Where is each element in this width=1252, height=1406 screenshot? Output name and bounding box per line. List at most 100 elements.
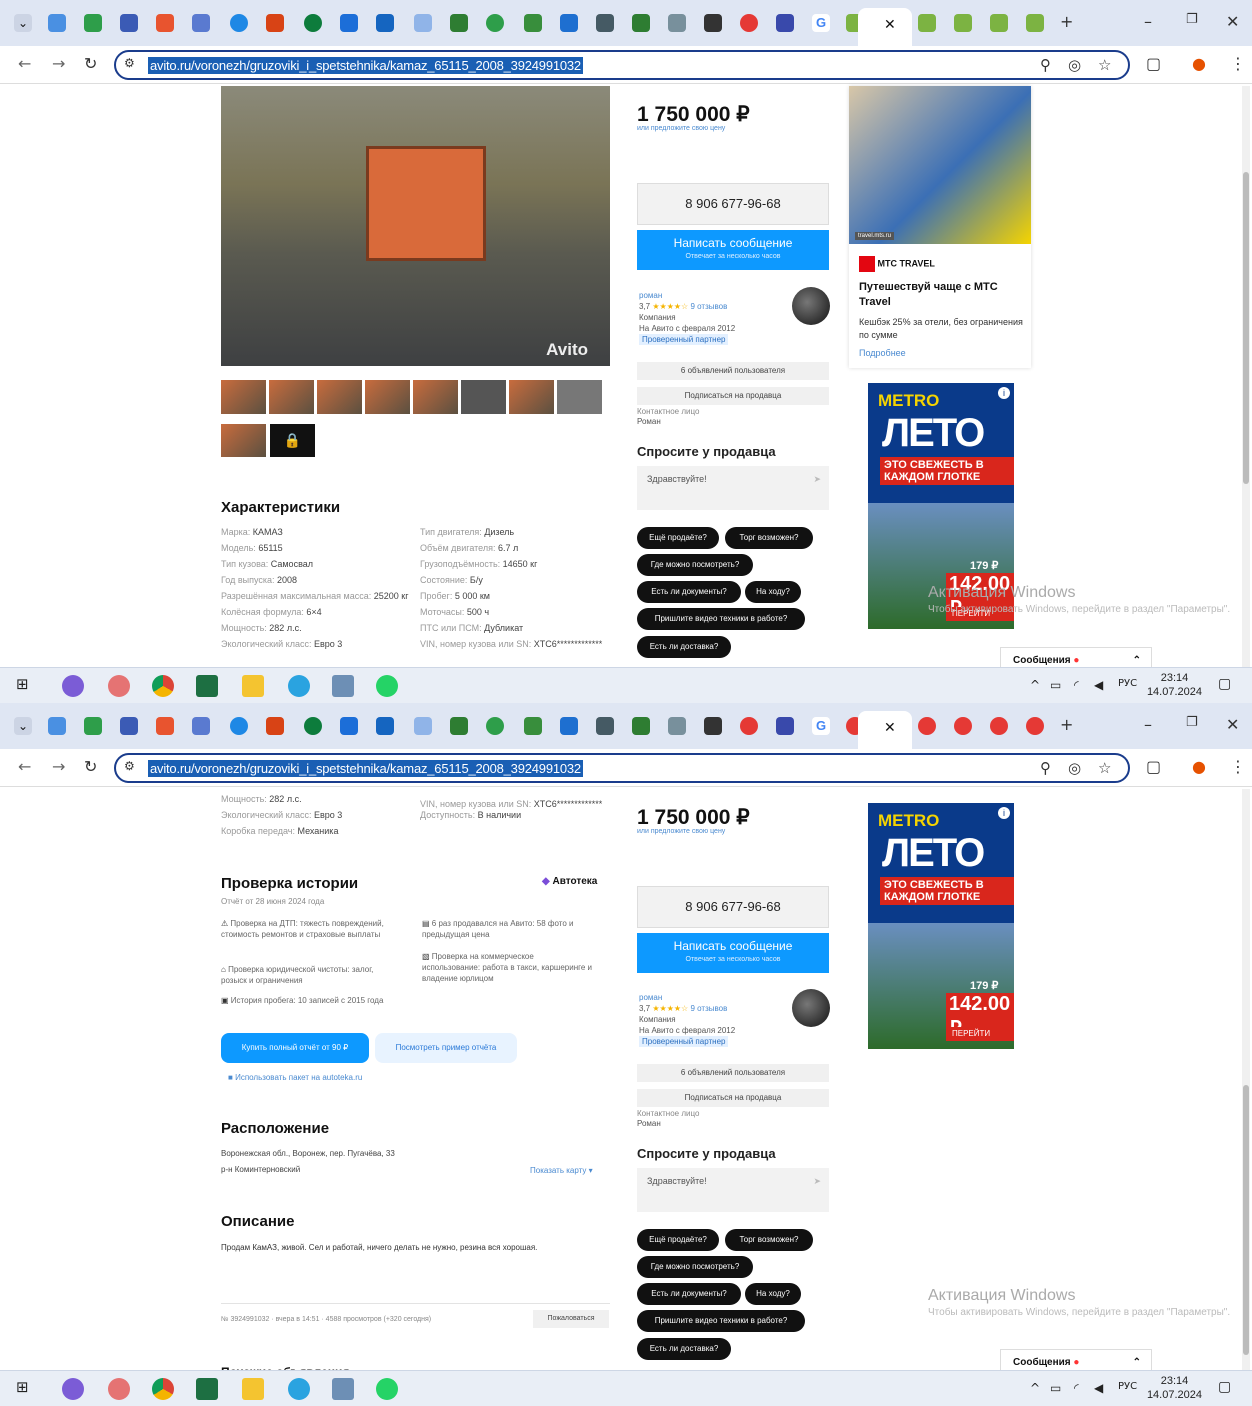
autoteka-package-link[interactable]: ■ Использовать пакет на autoteka.ru <box>228 1073 362 1082</box>
notifications-icon[interactable]: ▢ <box>1218 676 1231 692</box>
quick-question-chip[interactable]: На ходу? <box>745 581 801 603</box>
tab-favicon[interactable] <box>524 14 542 32</box>
tab-favicon[interactable] <box>266 717 284 735</box>
tab-favicon[interactable] <box>48 717 66 735</box>
tab-favicon[interactable] <box>304 717 322 735</box>
language-indicator[interactable]: РУС <box>1118 678 1137 689</box>
app-icon[interactable] <box>332 675 354 697</box>
thumbnail[interactable] <box>413 380 458 414</box>
tab-favicon[interactable] <box>340 14 358 32</box>
new-tab-icon[interactable]: + <box>1060 12 1073 31</box>
tab-favicon[interactable] <box>954 717 972 735</box>
tab-favicon[interactable] <box>740 14 758 32</box>
tab-active[interactable]: ✕ <box>858 8 912 46</box>
scrollbar[interactable] <box>1242 789 1250 1370</box>
language-indicator[interactable]: РУС <box>1118 1381 1137 1392</box>
forward-icon[interactable]: → <box>52 757 65 776</box>
scrollbar-thumb[interactable] <box>1243 172 1249 484</box>
address-bar[interactable]: ⚙ avito.ru/voronezh/gruzoviki_i_spetsteh… <box>114 50 1130 80</box>
tab-favicon[interactable] <box>596 717 614 735</box>
minimize-icon[interactable]: – <box>1144 12 1152 31</box>
thumbnail[interactable] <box>221 380 266 414</box>
quick-question-chip[interactable]: Ещё продаёте? <box>637 1229 719 1251</box>
tab-favicon[interactable] <box>954 14 972 32</box>
tab-search-icon[interactable]: ⌄ <box>14 14 32 32</box>
tab-favicon[interactable] <box>84 14 102 32</box>
ask-input[interactable]: Здравствуйте! ➤ <box>637 466 829 510</box>
tab-favicon[interactable] <box>560 717 578 735</box>
tab-favicon[interactable] <box>524 717 542 735</box>
app-icon[interactable] <box>108 1378 130 1400</box>
subscribe-button[interactable]: Подписаться на продавца <box>637 387 829 405</box>
seller-name[interactable]: роман <box>639 290 735 301</box>
tray-chevron-icon[interactable]: ^ <box>1030 1381 1040 1395</box>
tab-favicon[interactable] <box>990 717 1008 735</box>
tab-favicon[interactable] <box>192 14 210 32</box>
whatsapp-icon[interactable] <box>376 1378 398 1400</box>
clock[interactable]: 23:14 14.07.2024 <box>1147 1374 1202 1402</box>
star-icon[interactable]: ☆ <box>1098 56 1111 74</box>
tab-favicon[interactable] <box>376 14 394 32</box>
subscribe-button[interactable]: Подписаться на продавца <box>637 1089 829 1107</box>
send-icon[interactable]: ➤ <box>813 474 821 485</box>
extensions-icon[interactable]: ▢ <box>1146 54 1161 73</box>
tab-favicon[interactable] <box>560 14 578 32</box>
quick-question-chip[interactable]: Есть ли доставка? <box>637 636 731 658</box>
quick-question-chip[interactable]: Есть ли документы? <box>637 581 741 603</box>
thumbnail[interactable] <box>461 380 506 414</box>
google-icon[interactable]: G <box>812 14 830 32</box>
tab-favicon[interactable] <box>340 717 358 735</box>
zoom-icon[interactable]: ⚲ <box>1040 56 1051 74</box>
tab-favicon[interactable] <box>776 14 794 32</box>
quick-question-chip[interactable]: Ещё продаёте? <box>637 527 719 549</box>
tab-favicon[interactable] <box>450 14 468 32</box>
menu-icon[interactable]: ⋮ <box>1230 757 1246 776</box>
star-icon[interactable]: ☆ <box>1098 759 1111 777</box>
tab-favicon[interactable] <box>84 717 102 735</box>
tab-favicon[interactable] <box>414 717 432 735</box>
thumbnail[interactable] <box>269 380 314 414</box>
tab-favicon[interactable] <box>668 14 686 32</box>
excel-icon[interactable] <box>196 1378 218 1400</box>
chrome-icon[interactable] <box>152 1378 174 1400</box>
tab-favicon[interactable] <box>156 717 174 735</box>
window-close-icon[interactable]: ✕ <box>1226 12 1239 31</box>
excel-icon[interactable] <box>196 675 218 697</box>
scrollbar-thumb[interactable] <box>1243 1085 1249 1355</box>
report-button[interactable]: Пожаловаться <box>533 1310 609 1328</box>
quick-question-chip[interactable]: Есть ли документы? <box>637 1283 741 1305</box>
reviews-link[interactable]: 9 отзывов <box>690 302 727 311</box>
profile-avatar-icon[interactable]: ● <box>1192 54 1206 73</box>
tab-favicon[interactable] <box>776 717 794 735</box>
address-bar[interactable]: ⚙ avito.ru/voronezh/gruzoviki_i_spetsteh… <box>114 753 1130 783</box>
reload-icon[interactable]: ↻ <box>84 54 97 73</box>
phone-button[interactable]: 8 906 677-96-68 <box>637 886 829 928</box>
tab-favicon[interactable] <box>704 717 722 735</box>
quick-question-chip[interactable]: Пришлите видео техники в работе? <box>637 608 805 630</box>
write-message-button[interactable]: Написать сообщение Отвечает за несколько … <box>637 933 829 973</box>
tab-favicon[interactable] <box>120 14 138 32</box>
tab-active[interactable]: ✕ <box>858 711 912 749</box>
lock-icon[interactable]: 🔒 <box>270 424 315 457</box>
minimize-icon[interactable]: – <box>1144 715 1152 734</box>
example-report-button[interactable]: Посмотреть пример отчёта <box>375 1033 517 1063</box>
folder-icon[interactable] <box>242 675 264 697</box>
eye-off-icon[interactable]: ◎ <box>1068 759 1081 777</box>
folder-icon[interactable] <box>242 1378 264 1400</box>
start-icon[interactable]: ⊞ <box>16 675 29 693</box>
metro-go-button[interactable]: ПЕРЕЙТИ <box>948 1027 995 1040</box>
whatsapp-icon[interactable] <box>376 675 398 697</box>
tab-favicon[interactable] <box>740 717 758 735</box>
back-icon[interactable]: ← <box>18 757 31 776</box>
thumbnail[interactable] <box>317 380 362 414</box>
travel-ad-more[interactable]: Подробнее <box>859 348 906 358</box>
tab-favicon[interactable] <box>918 14 936 32</box>
quick-question-chip[interactable]: На ходу? <box>745 1283 801 1305</box>
forward-icon[interactable]: → <box>52 54 65 73</box>
profile-avatar-icon[interactable]: ● <box>1192 757 1206 776</box>
thumbnail[interactable] <box>509 380 554 414</box>
main-photo[interactable]: Avito <box>221 86 610 366</box>
quick-question-chip[interactable]: Торг возможен? <box>725 527 813 549</box>
url-text[interactable]: avito.ru/voronezh/gruzoviki_i_spetstehni… <box>148 760 583 777</box>
tab-favicon[interactable] <box>990 14 1008 32</box>
